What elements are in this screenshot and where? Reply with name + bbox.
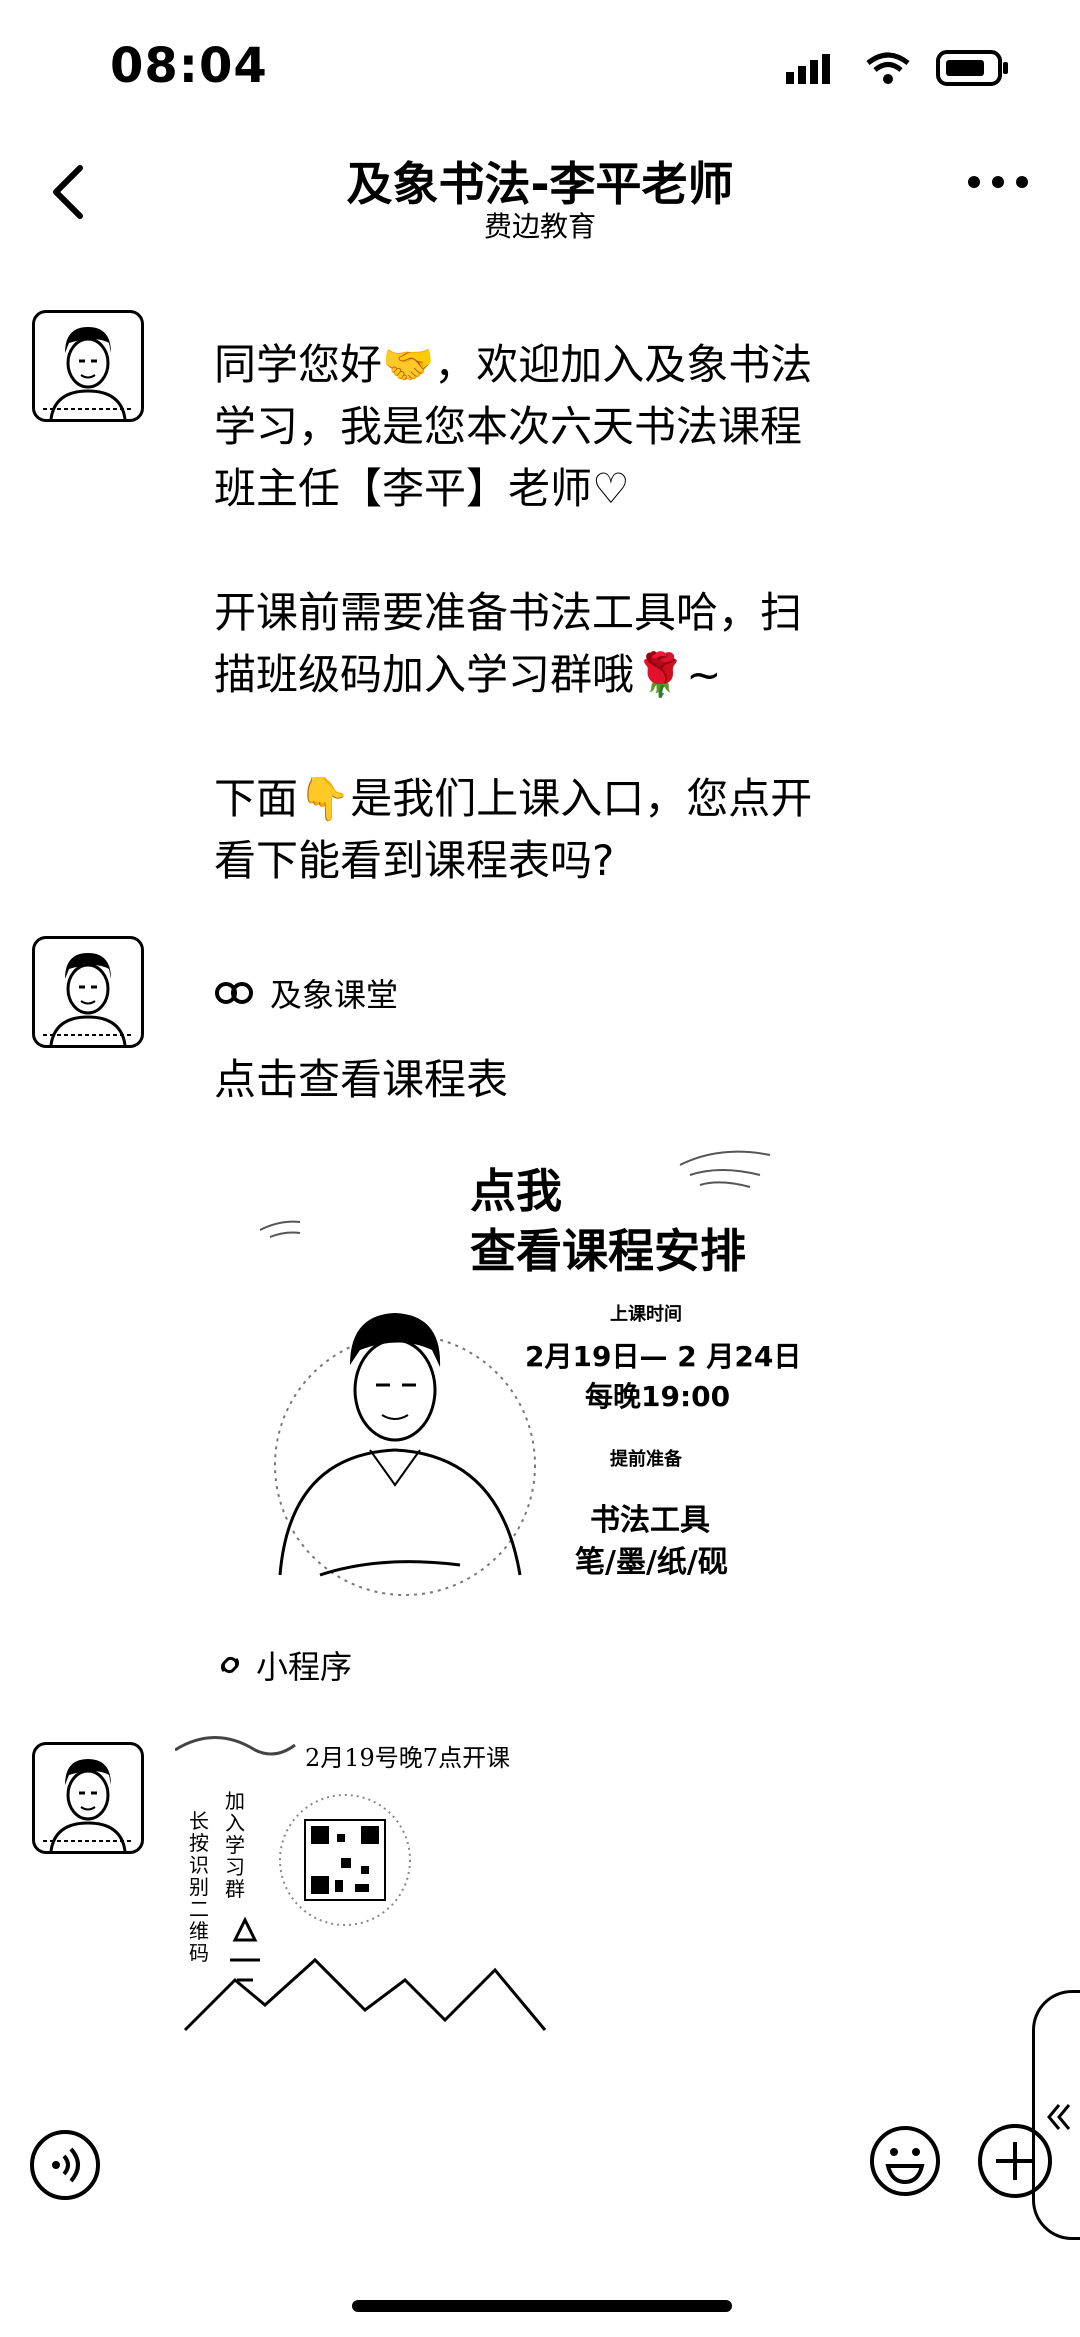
mini-program-logo-icon (215, 982, 253, 1004)
message-text[interactable]: 同学您好🤝，欢迎加入及象书法 学习，我是您本次六天书法课程 班主任【李平】老师♡… (214, 334, 934, 892)
card-time-label: 上课时间 (610, 1304, 682, 1325)
mini-program-source-name: 及象课堂 (270, 976, 399, 1014)
chat-subtitle: 费边教育 (483, 210, 596, 243)
mini-program-card[interactable]: 点我 查看课程安排 上课时间 2月19日— 2 月24日 每晚19:00 提前准… (220, 1135, 840, 1605)
avatar-portrait-icon (43, 327, 133, 419)
home-indicator (352, 2300, 732, 2312)
status-icons (786, 50, 1010, 86)
avatar[interactable] (32, 310, 144, 422)
more-button[interactable] (968, 176, 1028, 188)
voice-icon (52, 2147, 80, 2183)
poster-headline: 2月19号晚7点开课 (305, 1744, 511, 1772)
mini-program-source[interactable]: 及象课堂 (214, 970, 398, 1016)
avatar[interactable] (32, 936, 144, 1048)
link-icon (221, 1656, 239, 1674)
more-dot-icon (968, 176, 980, 188)
more-dot-icon (992, 176, 1004, 188)
card-line1: 点我 (470, 1164, 562, 1218)
emoji-icon (870, 2126, 940, 2196)
emoji-button[interactable] (868, 2124, 942, 2198)
avatar-portrait-icon (43, 953, 133, 1045)
plus-icon (996, 2142, 1034, 2180)
floating-side-tab[interactable] (1032, 1990, 1080, 2240)
avatar[interactable] (32, 1742, 144, 1854)
mini-program-footer: 小程序 (214, 1642, 352, 1688)
avatar-portrait-icon (43, 1759, 133, 1851)
poster-vertical-left: 长按识别二维码 (189, 1809, 209, 1965)
voice-input-button[interactable] (30, 2130, 100, 2200)
wifi-icon (866, 52, 910, 84)
mini-program-title[interactable]: 点击查看课程表 (214, 1046, 508, 1107)
poster-vertical-right: 加入学习群 (225, 1789, 245, 1901)
status-time: 08:04 (110, 38, 268, 94)
card-prep-label: 提前准备 (610, 1449, 682, 1470)
more-actions-button[interactable] (978, 2124, 1052, 2198)
double-chevron-left-icon (1047, 2104, 1071, 2130)
more-dot-icon (1016, 176, 1028, 188)
card-tool-list: 笔/墨/纸/砚 (575, 1545, 728, 1580)
card-nightly: 每晚19:00 (585, 1380, 731, 1413)
qr-poster-image[interactable]: 2月19号晚7点开课 加入学习群 长按识别二维码 (175, 1730, 565, 2040)
card-line2: 查看课程安排 (470, 1224, 746, 1278)
card-tools: 书法工具 (590, 1503, 710, 1538)
mini-program-label: 小程序 (256, 1648, 353, 1686)
battery-icon (936, 50, 1008, 86)
signal-icon (786, 54, 830, 84)
card-dates: 2月19日— 2 月24日 (525, 1340, 802, 1373)
